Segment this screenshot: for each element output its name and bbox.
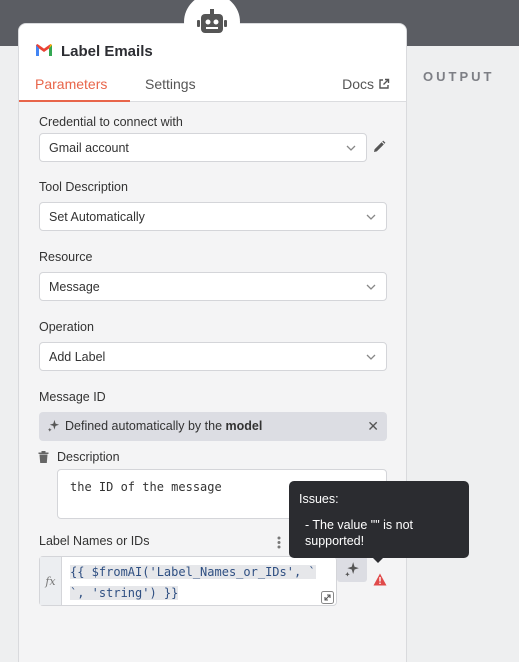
tool-description-select[interactable]: Set Automatically [39,202,387,231]
operation-label: Operation [39,320,94,334]
robot-icon [197,9,227,33]
external-link-icon [379,78,390,89]
operation-value: Add Label [49,350,106,364]
panel-tabs: Parameters Settings Docs [19,76,406,102]
expression-line-1: {{ $fromAI('Label_Names_or_IDs', ` [70,565,316,579]
more-options-icon[interactable] [277,536,281,549]
message-id-prefix: Defined automatically by the [65,419,226,433]
issues-tooltip: Issues: - The value "" is not supported! [289,481,469,558]
tool-description-value: Set Automatically [49,210,145,224]
chevron-down-icon [366,214,376,220]
sparkle-icon [345,562,359,577]
resource-select[interactable]: Message [39,272,387,301]
message-id-ai-field[interactable]: Defined automatically by the model ✕ [39,412,387,441]
chevron-down-icon [366,354,376,360]
expand-editor-icon[interactable] [321,591,334,604]
active-tab-indicator [19,100,130,102]
node-title: Label Emails [61,43,153,60]
tooltip-arrow [372,557,384,563]
tab-settings[interactable]: Settings [145,76,196,92]
operation-select[interactable]: Add Label [39,342,387,371]
chevron-down-icon [346,145,356,151]
chevron-down-icon [366,284,376,290]
credential-value: Gmail account [49,141,129,155]
tooltip-issue: - The value "" is not supported! [305,518,414,548]
message-id-label: Message ID [39,390,106,404]
output-label: OUTPUT [423,69,495,84]
node-parameters-panel: Label Emails Parameters Settings Docs Cr… [18,23,407,662]
docs-link[interactable]: Docs [342,76,390,92]
tab-parameters[interactable]: Parameters [35,76,107,92]
credential-select[interactable]: Gmail account [39,133,367,162]
resource-label: Resource [39,250,93,264]
docs-label: Docs [342,76,374,92]
description-label: Description [57,450,120,464]
gmail-icon [36,44,52,56]
message-id-model: model [225,419,263,433]
close-icon[interactable]: ✕ [367,418,379,435]
tooltip-title: Issues: [299,492,339,506]
expression-line-2: `, 'string') }} [70,586,179,600]
trash-icon[interactable] [38,451,49,463]
expression-text: {{ $fromAI('Label_Names_or_IDs', ` `, 's… [70,562,330,604]
edit-credential-icon[interactable] [371,139,387,155]
resource-value: Message [49,280,100,294]
label-names-expression-input[interactable]: fx {{ $fromAI('Label_Names_or_IDs', ` `,… [39,556,337,606]
sparkle-icon [47,419,60,432]
warning-icon[interactable] [373,573,387,586]
tool-description-label: Tool Description [39,180,128,194]
ai-fill-button[interactable] [337,556,367,582]
credential-label: Credential to connect with [39,115,183,129]
fx-badge: fx [40,557,62,605]
label-names-label: Label Names or IDs [39,534,150,548]
